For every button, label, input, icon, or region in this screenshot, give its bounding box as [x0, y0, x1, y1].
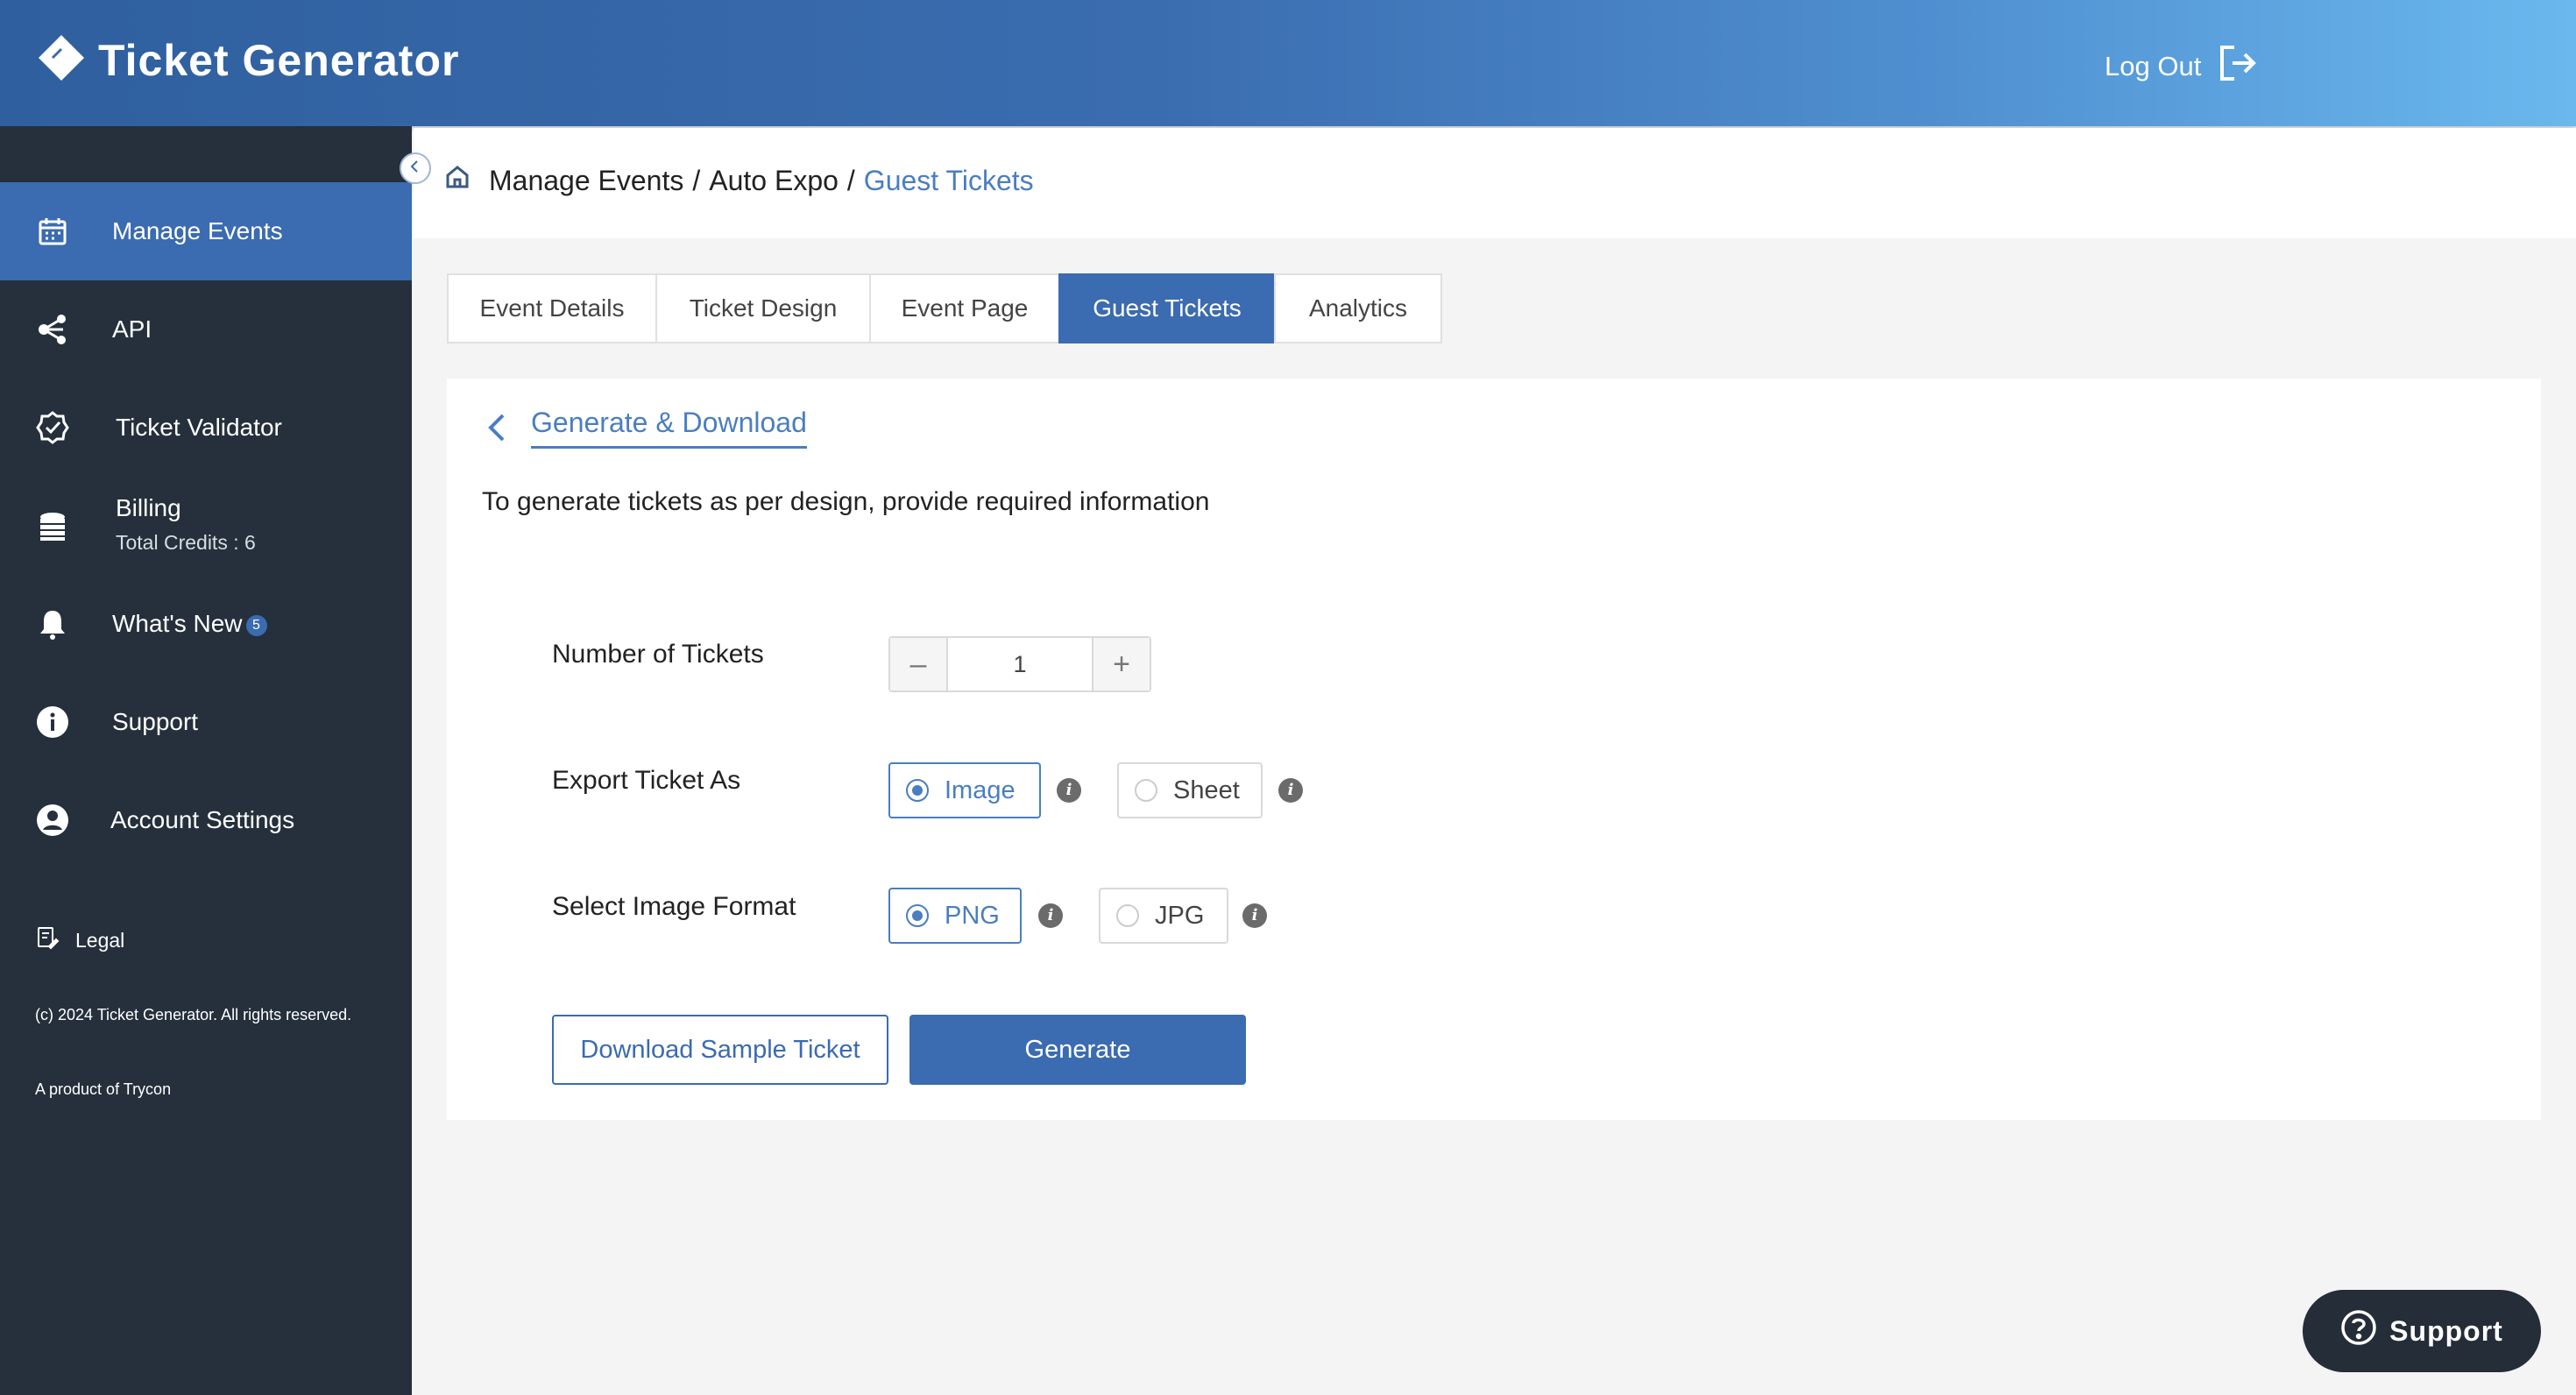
- sidebar-item-label: What's New 5: [112, 610, 267, 638]
- ticket-logo-icon: [35, 32, 88, 89]
- share-icon: [33, 310, 72, 349]
- brand-name: Ticket Generator: [98, 35, 460, 85]
- tab-event-details[interactable]: Event Details: [447, 273, 657, 343]
- sidebar-item-label: Account Settings: [110, 806, 295, 833]
- radio-unselected: [1135, 779, 1157, 802]
- quantity-input[interactable]: 1: [946, 638, 1093, 690]
- logout-button[interactable]: Log Out: [2105, 42, 2259, 91]
- tab-ticket-design[interactable]: Ticket Design: [655, 273, 871, 343]
- sidebar-item-whats-new[interactable]: What's New 5: [0, 575, 412, 673]
- logout-label: Log Out: [2105, 51, 2202, 81]
- format-option-jpg[interactable]: JPG: [1099, 888, 1228, 944]
- info-icon[interactable]: i: [1057, 778, 1081, 803]
- sidebar-item-billing[interactable]: Billing Total Credits : 6: [0, 477, 412, 575]
- whats-new-label: What's New: [112, 610, 243, 637]
- option-label: Sheet: [1173, 775, 1240, 804]
- info-icon: [33, 703, 72, 741]
- sidebar-item-api[interactable]: API: [0, 280, 412, 379]
- decrement-button[interactable]: –: [890, 638, 946, 690]
- calendar-icon: [33, 212, 72, 251]
- support-chat-button[interactable]: Support: [2303, 1290, 2541, 1372]
- document-edit-icon: [35, 925, 75, 955]
- logout-icon: [2201, 42, 2259, 91]
- download-sample-button[interactable]: Download Sample Ticket: [552, 1015, 888, 1085]
- sidebar-item-label: Ticket Validator: [116, 414, 282, 441]
- tab-event-page[interactable]: Event Page: [869, 273, 1060, 343]
- product-of-text: A product of Trycon: [35, 1080, 172, 1098]
- radio-selected: [906, 779, 929, 802]
- info-icon[interactable]: i: [1242, 903, 1267, 928]
- info-icon[interactable]: i: [1278, 778, 1303, 803]
- option-label: PNG: [945, 901, 1000, 930]
- increment-button[interactable]: +: [1093, 638, 1150, 690]
- format-label: Select Image Format: [552, 892, 796, 921]
- sidebar-item-account-settings[interactable]: Account Settings: [0, 771, 412, 869]
- breadcrumb-separator: /: [846, 164, 855, 196]
- support-fab-label: Support: [2389, 1314, 2503, 1347]
- bell-icon: [33, 605, 72, 643]
- breadcrumb-item-current: Guest Tickets: [863, 164, 1034, 196]
- app-header: Ticket Generator Log Out: [0, 0, 2576, 126]
- event-tabs: Event Details Ticket Design Event Page G…: [447, 273, 1442, 343]
- breadcrumb-item-event[interactable]: Auto Expo: [709, 165, 839, 197]
- sidebar-item-ticket-validator[interactable]: Ticket Validator: [0, 379, 412, 477]
- section-title[interactable]: Generate & Download: [531, 407, 807, 449]
- format-option-png[interactable]: PNG: [888, 888, 1022, 944]
- coins-icon: [33, 506, 72, 545]
- radio-selected: [906, 904, 929, 927]
- brand-logo[interactable]: Ticket Generator: [35, 32, 459, 89]
- export-option-image[interactable]: Image: [888, 762, 1041, 818]
- breadcrumb-separator: /: [692, 164, 701, 196]
- sidebar-item-label: Billing: [116, 494, 181, 521]
- info-icon[interactable]: i: [1038, 903, 1063, 928]
- help-circle-icon: [2340, 1309, 2389, 1353]
- sidebar-item-label: API: [112, 315, 152, 343]
- export-label: Export Ticket As: [552, 766, 741, 795]
- option-label: Image: [945, 775, 1016, 804]
- breadcrumb-item-manage-events[interactable]: Manage Events: [489, 165, 683, 197]
- tab-analytics[interactable]: Analytics: [1274, 273, 1442, 343]
- quantity-stepper: – 1 +: [888, 636, 1151, 692]
- radio-unselected: [1116, 904, 1139, 927]
- option-label: JPG: [1155, 901, 1205, 930]
- breadcrumb: Manage Events / Auto Expo / Guest Ticket…: [443, 163, 1034, 198]
- back-arrow-icon[interactable]: [480, 410, 515, 445]
- user-circle-icon: [33, 801, 72, 839]
- legal-label: Legal: [75, 928, 125, 952]
- sidebar-collapse-button[interactable]: [400, 152, 431, 184]
- sidebar-item-manage-events[interactable]: Manage Events: [0, 182, 412, 280]
- export-option-sheet[interactable]: Sheet: [1117, 762, 1263, 818]
- sidebar-item-label: Support: [112, 708, 199, 735]
- generate-button[interactable]: Generate: [909, 1015, 1246, 1085]
- check-badge-icon: [33, 408, 72, 447]
- chevron-left-icon: [407, 159, 423, 179]
- tab-guest-tickets[interactable]: Guest Tickets: [1058, 273, 1276, 343]
- legal-link[interactable]: Legal: [35, 925, 124, 955]
- breadcrumb-bar: Manage Events / Auto Expo / Guest Ticket…: [414, 128, 2576, 238]
- whats-new-badge: 5: [245, 614, 267, 636]
- generate-card: Generate & Download To generate tickets …: [447, 379, 2541, 1120]
- form-description: To generate tickets as per design, provi…: [482, 487, 1210, 516]
- home-icon[interactable]: [443, 163, 489, 198]
- copyright-text: (c) 2024 Ticket Generator. All rights re…: [35, 1006, 352, 1023]
- sidebar-item-label: Manage Events: [112, 217, 283, 244]
- num-tickets-label: Number of Tickets: [552, 640, 764, 669]
- billing-credits: Total Credits : 6: [116, 531, 256, 554]
- sidebar-item-support[interactable]: Support: [0, 673, 412, 771]
